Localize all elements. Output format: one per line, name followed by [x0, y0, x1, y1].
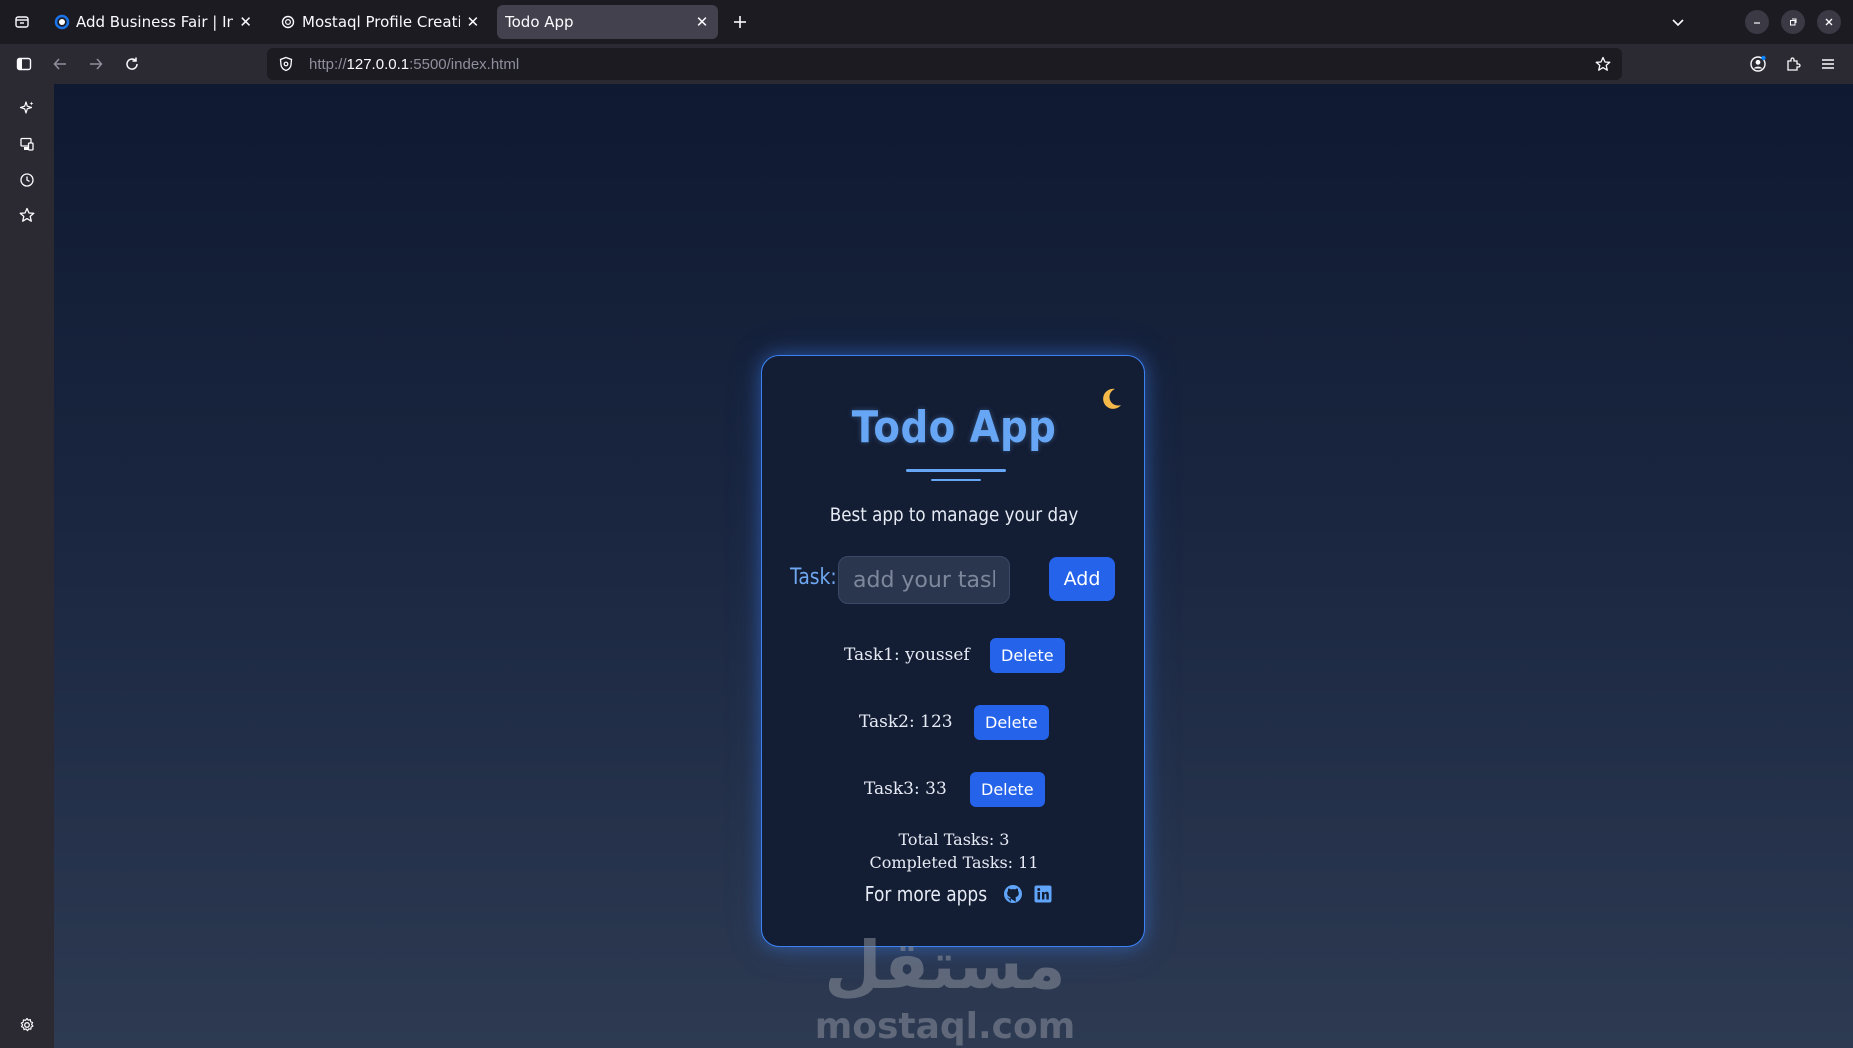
browser-sidebar [0, 84, 54, 1048]
list-all-tabs-button[interactable] [1664, 8, 1692, 36]
firefox-view-icon [15, 16, 29, 28]
task-text: Task1: youssef [844, 645, 970, 665]
delete-task-button[interactable]: Delete [970, 772, 1045, 807]
close-icon[interactable]: ✕ [694, 13, 710, 31]
url-path: :5500/index.html [409, 55, 520, 73]
task-item: Task3: 33 Delete [762, 772, 1146, 808]
close-icon[interactable]: ✕ [466, 13, 480, 31]
ai-chatbot-button[interactable] [13, 94, 41, 122]
sparkles-icon [19, 101, 34, 114]
plus-icon [734, 16, 746, 28]
openai-logo-icon [280, 14, 296, 30]
watermark-arabic: مستقل [824, 927, 1065, 1004]
url-bar[interactable]: http://127.0.0.1:5500/index.html [267, 48, 1622, 80]
page-viewport: Todo App Best app to manage your day Tas… [54, 84, 1853, 1048]
arrow-left-icon [53, 58, 66, 70]
mostaql-watermark-logo: مستقل mostaql.com [815, 927, 1076, 1047]
tab-label: Todo App [505, 13, 574, 31]
tab-todo-app[interactable]: Todo App ✕ [497, 5, 718, 39]
loading-ring-icon [54, 14, 70, 30]
title-underline [906, 469, 1006, 472]
task-input[interactable] [838, 556, 1010, 604]
watermark-latin: mostaql.com [815, 1006, 1076, 1047]
extensions-button[interactable] [1779, 50, 1807, 78]
chevron-down-icon [1672, 19, 1684, 27]
puzzle-piece-icon [1787, 57, 1801, 71]
back-button[interactable] [46, 50, 74, 78]
account-icon [1750, 55, 1766, 72]
forward-button[interactable] [82, 50, 110, 78]
new-tab-button[interactable] [726, 8, 754, 36]
hamburger-menu-icon [1822, 59, 1834, 69]
synced-tabs-icon [20, 137, 34, 151]
reload-icon [126, 57, 138, 70]
sidebar-toggle-button[interactable] [10, 50, 38, 78]
url-host: 127.0.0.1 [346, 55, 410, 73]
delete-task-button[interactable]: Delete [990, 638, 1065, 673]
task-item: Task2: 123 Delete [762, 705, 1146, 741]
synced-tabs-button[interactable] [13, 130, 41, 158]
bookmarks-button[interactable] [13, 201, 41, 229]
restore-button[interactable] [1781, 10, 1805, 34]
total-tasks-count: Total Tasks: 3 [898, 830, 1010, 849]
delete-task-button[interactable]: Delete [974, 705, 1049, 740]
reload-button[interactable] [118, 50, 146, 78]
restore-icon [1790, 18, 1797, 26]
task-text: Task2: 123 [859, 712, 953, 732]
app-title: Todo App [851, 402, 1057, 453]
app-menu-button[interactable] [1814, 50, 1842, 78]
github-icon[interactable] [1002, 883, 1024, 905]
close-icon [1825, 18, 1833, 26]
sidebar-icon [16, 57, 32, 71]
completed-tasks-count: Completed Tasks: 11 [869, 853, 1039, 872]
todo-card: Todo App Best app to manage your day Tas… [761, 355, 1145, 947]
app-tagline: Best app to manage your day [829, 504, 1079, 526]
star-icon [19, 207, 35, 222]
close-window-button[interactable] [1817, 10, 1841, 34]
tab-strip: Add Business Fair | Indepe ✕ Mostaql Pro… [0, 0, 1853, 44]
task-text: Task3: 33 [864, 779, 947, 799]
minimize-icon [1754, 22, 1760, 24]
customize-sidebar-button[interactable] [13, 1011, 41, 1039]
url-scheme: http:// [309, 55, 347, 73]
linkedin-icon[interactable] [1032, 883, 1054, 905]
task-item: Task1: youssef Delete [762, 638, 1146, 674]
account-button[interactable] [1744, 50, 1772, 78]
tab-add-business-fair[interactable]: Add Business Fair | Indepe ✕ [46, 5, 260, 39]
add-task-button[interactable]: Add [1049, 557, 1115, 601]
task-label: Task: [790, 565, 837, 590]
history-button[interactable] [13, 166, 41, 194]
tracking-protection-shield-icon[interactable] [275, 53, 297, 75]
minimize-button[interactable] [1745, 10, 1769, 34]
arrow-right-icon [90, 58, 103, 70]
footer-text: For more apps [864, 882, 988, 906]
title-underline-short [931, 479, 981, 481]
bookmark-star-icon[interactable] [1592, 53, 1614, 75]
tab-label: Mostaql Profile Creation [302, 13, 460, 31]
firefox-view-button[interactable] [8, 8, 36, 36]
gear-icon [20, 1017, 34, 1032]
close-icon[interactable]: ✕ [239, 13, 252, 31]
tab-mostaql-profile[interactable]: Mostaql Profile Creation ✕ [272, 5, 488, 39]
tab-label: Add Business Fair | Indepe [76, 13, 234, 31]
clock-icon [20, 173, 34, 187]
url-text[interactable]: http://127.0.0.1:5500/index.html [309, 56, 519, 73]
footer: For more apps [762, 882, 1146, 906]
navigation-toolbar: http://127.0.0.1:5500/index.html [0, 44, 1853, 84]
